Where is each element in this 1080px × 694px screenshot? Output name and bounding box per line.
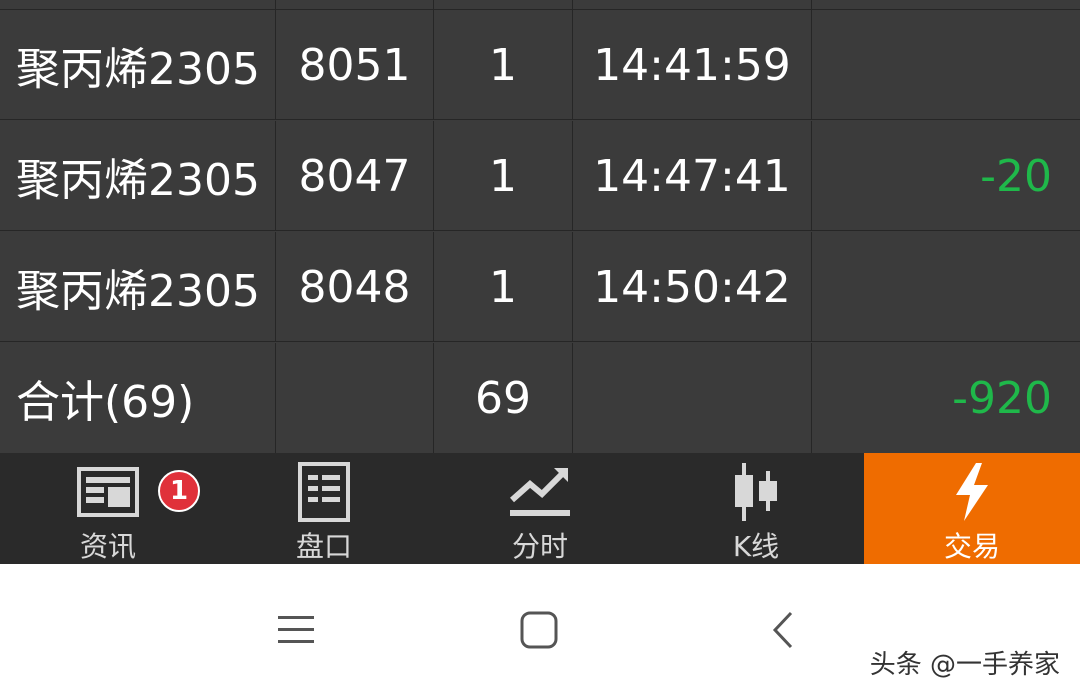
bottom-tab-bar: 1 资讯 盘口 分时 K线 交易 xyxy=(0,453,1080,564)
table-row[interactable]: 聚丙烯2305 8048 1 14:50:42 xyxy=(0,232,1080,342)
total-qty: 69 xyxy=(434,343,573,453)
tab-label: 资讯 xyxy=(79,530,136,563)
home-button[interactable] xyxy=(494,602,584,662)
notification-badge: 1 xyxy=(158,470,200,512)
contract-name: 聚丙烯2305 xyxy=(0,232,276,342)
menu-icon xyxy=(276,612,316,652)
tab-order-book[interactable]: 盘口 xyxy=(216,453,432,564)
candlestick-icon xyxy=(648,461,864,523)
table-row[interactable]: 聚丙烯2305 8047 1 14:47:41 -20 xyxy=(0,121,1080,231)
tab-trade[interactable]: 交易 xyxy=(864,453,1080,564)
timeshare-chart-icon xyxy=(432,461,648,523)
profit-loss: -20 xyxy=(980,150,1052,202)
contract-name: 聚丙烯2305 xyxy=(0,10,276,120)
tab-timeshare[interactable]: 分时 xyxy=(432,453,648,564)
back-button[interactable] xyxy=(738,602,828,662)
lightning-icon xyxy=(864,461,1080,523)
tab-news[interactable]: 1 资讯 xyxy=(0,453,216,564)
tab-label: K线 xyxy=(732,530,780,563)
table-row-partial xyxy=(0,0,1080,10)
trade-qty: 1 xyxy=(434,10,573,120)
trade-time: 14:41:59 xyxy=(573,10,812,120)
total-label: 合计(69) xyxy=(0,343,276,453)
profit-loss xyxy=(812,232,1080,342)
tab-label: 分时 xyxy=(511,530,568,563)
contract-name: 聚丙烯2305 xyxy=(0,121,276,231)
back-icon xyxy=(771,610,795,654)
trade-price: 8047 xyxy=(276,121,434,231)
home-icon xyxy=(519,610,559,654)
trade-qty: 1 xyxy=(434,232,573,342)
profit-loss xyxy=(812,10,1080,120)
total-row: 合计(69) 69 -920 xyxy=(0,343,1080,453)
tab-kline[interactable]: K线 xyxy=(648,453,864,564)
trade-qty: 1 xyxy=(434,121,573,231)
trade-table: 聚丙烯2305 8051 1 14:41:59 聚丙烯2305 8047 1 1… xyxy=(0,0,1080,453)
tab-label: 盘口 xyxy=(295,530,352,563)
table-row[interactable]: 聚丙烯2305 8051 1 14:41:59 xyxy=(0,10,1080,120)
trade-time: 14:47:41 xyxy=(573,121,812,231)
tab-label: 交易 xyxy=(943,530,1000,563)
order-book-icon xyxy=(216,461,432,523)
trade-price: 8051 xyxy=(276,10,434,120)
trade-time: 14:50:42 xyxy=(573,232,812,342)
total-profit-loss: -920 xyxy=(952,372,1052,424)
menu-button[interactable] xyxy=(251,602,341,662)
watermark: 头条 @一手养家 xyxy=(869,650,1060,680)
trade-price: 8048 xyxy=(276,232,434,342)
system-nav-bar: 头条 @一手养家 xyxy=(0,564,1080,694)
